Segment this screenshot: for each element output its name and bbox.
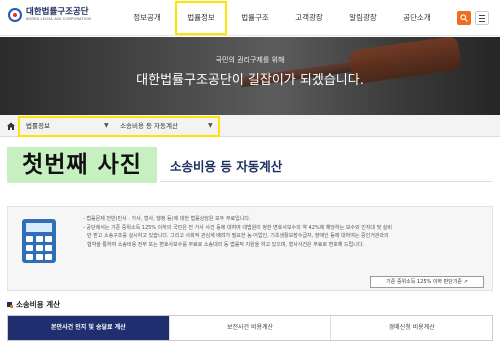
menu-button[interactable] [475, 11, 489, 25]
search-icon [460, 14, 468, 22]
info-box: - 법률문제 전반(민사 · 가사, 형사, 행정 등)에 대한 법률상담은 모… [7, 206, 493, 291]
external-link-icon: ↗ [463, 279, 468, 285]
info-line: - 공단에서는 기준 중위소득 125% 이하의 국민은 전 가사 사건 등에 … [83, 224, 392, 231]
nav-item-legal-info[interactable]: 법률정보 [174, 0, 228, 36]
main-nav: 정보공개 법률정보 법률구조 고객광장 알림광장 공단소개 [120, 0, 444, 36]
divider [160, 181, 492, 182]
search-button[interactable] [457, 11, 471, 25]
banner-title: 대한법률구조공단이 길잡이가 되겠습니다. [136, 73, 364, 88]
annotation-label: 첫번째 사진 [7, 147, 157, 183]
nav-item-customer-plaza[interactable]: 고객광장 [282, 0, 336, 36]
info-text: - 법률문제 전반(민사 · 가사, 형사, 행정 등)에 대한 법률상담은 모… [83, 215, 483, 249]
logo-korean-name: 대한법률구조공단 [26, 7, 89, 17]
home-icon[interactable] [5, 120, 17, 132]
nav-item-legal-aid[interactable]: 법률구조 [228, 0, 282, 36]
tab-main-case-fees[interactable]: 본안사건 인지 및 송달료 계산 [8, 316, 169, 340]
site-header: 대한법률구조공단 KOREA LEGAL AID CORPORATION 정보공… [0, 0, 500, 36]
hamburger-icon [479, 15, 485, 16]
calc-tabs: 본안사건 인지 및 송달료 계산 보전사건 비용계산 경매신청 비용계산 [7, 315, 493, 341]
calculator-icon [22, 219, 56, 263]
nav-item-about[interactable]: 공단소개 [390, 0, 444, 36]
site-logo[interactable]: 대한법률구조공단 KOREA LEGAL AID CORPORATION [8, 7, 91, 22]
info-line: - 법률문제 전반(민사 · 가사, 형사, 행정 등)에 대한 법률상담은 모… [83, 216, 251, 222]
criteria-button[interactable]: 기준 중위소득 125% 이하 판단기준 ↗ [370, 276, 484, 288]
tab-preservation-case-fees[interactable]: 보전사건 비용계산 [168, 316, 331, 340]
hero-banner: 국민의 권리구제를 위해 대한법률구조공단이 길잡이가 되겠습니다. [0, 37, 500, 115]
breadcrumb-highlight [18, 116, 220, 137]
tab-auction-fees[interactable]: 경매신청 비용계산 [330, 316, 493, 340]
nav-item-notice-plaza[interactable]: 알림광장 [336, 0, 390, 36]
criteria-button-label: 기준 중위소득 125% 이하 판단기준 [386, 279, 463, 285]
info-line: 협약을 통하여 소송비용 전부 또는 변호사보수를 무료로 소송대리 등 법률적… [87, 241, 365, 248]
page-title: 소송비용 등 자동계산 [170, 159, 283, 174]
nav-item-info-disclosure[interactable]: 정보공개 [120, 0, 174, 36]
section-title: 소송비용 계산 [16, 300, 61, 309]
logo-english-name: KOREA LEGAL AID CORPORATION [26, 17, 91, 21]
logo-icon [8, 7, 22, 22]
info-line: 만 받고 소송구조를 실시하고 있습니다. 그리고 사회적 관심계 배려가 필요… [87, 233, 389, 239]
banner-subtitle: 국민의 권리구제를 위해 [215, 56, 285, 64]
